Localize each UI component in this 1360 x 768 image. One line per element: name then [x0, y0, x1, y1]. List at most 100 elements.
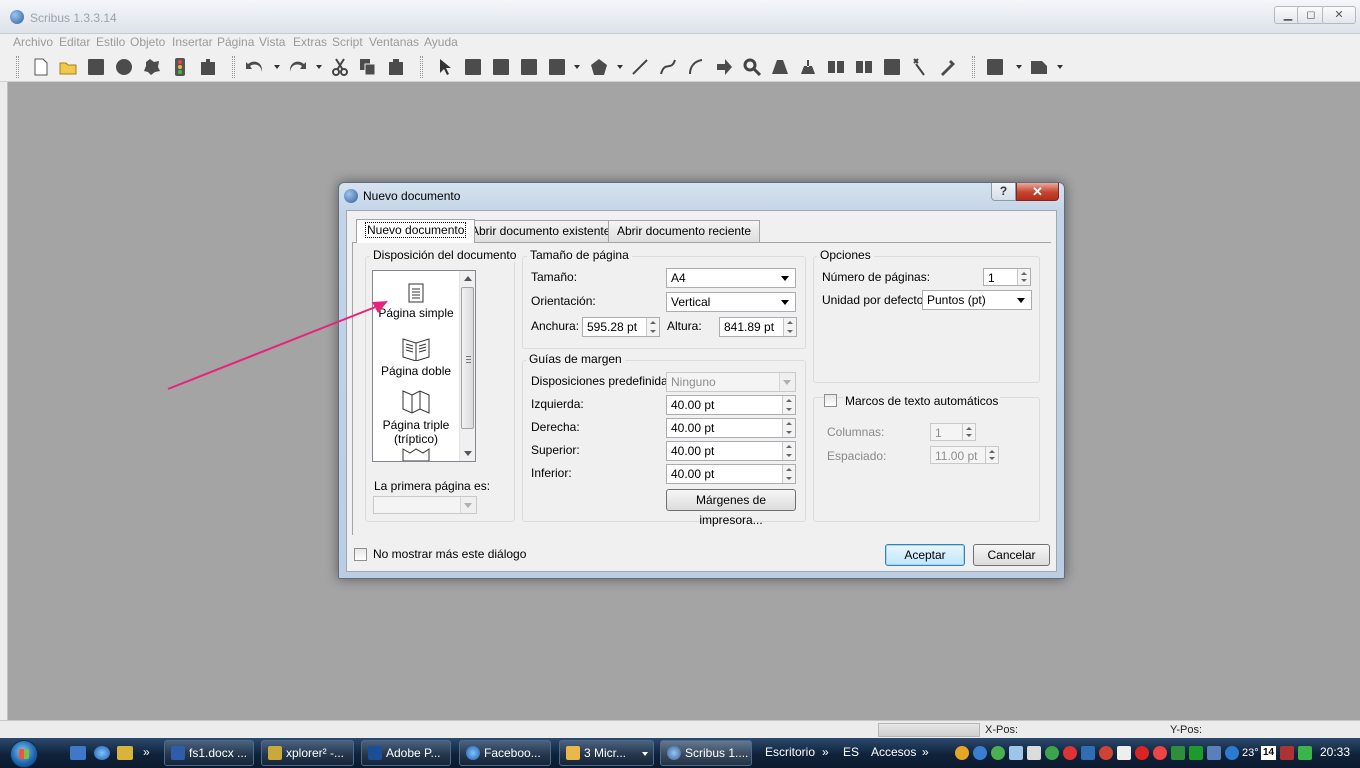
- taskbar-button-photoshop[interactable]: Adobe P...: [361, 740, 451, 766]
- redo-icon[interactable]: [288, 58, 307, 76]
- menu-insertar[interactable]: Insertar: [172, 35, 213, 49]
- menu-ventanas[interactable]: Ventanas: [369, 35, 419, 49]
- copy-properties-icon[interactable]: [911, 58, 929, 76]
- cpu-meter-icon[interactable]: [1298, 746, 1312, 760]
- pdf-annotation-dropdown-icon[interactable]: [1057, 65, 1063, 69]
- quicklaunch-overflow[interactable]: »: [143, 745, 150, 759]
- measure-icon[interactable]: [883, 58, 901, 76]
- zoom-icon[interactable]: [743, 58, 762, 77]
- close-window-button[interactable]: ✕: [1322, 6, 1356, 24]
- rotate-icon[interactable]: [715, 58, 733, 76]
- pdf-export-icon[interactable]: [199, 58, 217, 76]
- toolbar-handle-2[interactable]: [232, 56, 235, 78]
- taskbar-button-word[interactable]: fs1.docx ...: [164, 740, 254, 766]
- tray-icon-6[interactable]: [1045, 746, 1059, 760]
- tray-icon-10[interactable]: [1117, 746, 1131, 760]
- tray-icon-3[interactable]: [991, 746, 1005, 760]
- dialog-close-button[interactable]: ✕: [1016, 183, 1059, 201]
- columns-spin-arrows-icon[interactable]: [962, 424, 975, 440]
- toolbar-escritorio-overflow[interactable]: »: [822, 745, 829, 759]
- dont-show-again-checkbox[interactable]: [354, 548, 367, 561]
- polygon-dropdown-icon[interactable]: [617, 65, 623, 69]
- menu-editar[interactable]: Editar: [59, 35, 90, 49]
- close-doc-icon[interactable]: [115, 58, 133, 76]
- undo-icon[interactable]: [245, 58, 264, 76]
- layout-list-scrollbar[interactable]: [459, 271, 475, 461]
- edit-contents-icon[interactable]: [771, 58, 789, 76]
- text-frame-icon[interactable]: [464, 58, 482, 76]
- calendar-day[interactable]: 14: [1261, 746, 1276, 760]
- taskbar-button-scribus[interactable]: Scribus 1....: [660, 740, 752, 766]
- undo-dropdown-icon[interactable]: [274, 65, 280, 69]
- menu-script[interactable]: Script: [332, 35, 363, 49]
- width-spin-arrows-icon[interactable]: [646, 318, 659, 336]
- num-pages-spinbox[interactable]: 1: [983, 268, 1031, 286]
- print-icon[interactable]: [143, 58, 161, 76]
- size-combo[interactable]: A4: [666, 268, 796, 288]
- bezier-icon[interactable]: [659, 58, 677, 76]
- open-folder-icon[interactable]: [59, 58, 77, 76]
- menu-objeto[interactable]: Objeto: [130, 35, 165, 49]
- presets-combo[interactable]: Ninguno: [666, 372, 796, 392]
- first-page-combo[interactable]: [373, 496, 477, 514]
- table-icon[interactable]: [548, 58, 566, 76]
- line-icon[interactable]: [631, 58, 649, 76]
- link-frames-icon[interactable]: [827, 58, 845, 76]
- paste-icon[interactable]: [387, 58, 405, 76]
- bottom-margin-spinbox[interactable]: 40.00 pt: [666, 464, 796, 484]
- first-page-combo-button[interactable]: [460, 497, 476, 513]
- menu-vista[interactable]: Vista: [259, 35, 285, 49]
- menu-ayuda[interactable]: Ayuda: [424, 35, 458, 49]
- tray-icon-12[interactable]: [1153, 746, 1167, 760]
- tab-abrir-reciente[interactable]: Abrir documento reciente: [608, 220, 761, 242]
- height-spin-arrows-icon[interactable]: [783, 318, 796, 336]
- presets-combo-button[interactable]: [779, 373, 795, 391]
- menu-extras[interactable]: Extras: [293, 35, 327, 49]
- show-desktop-icon[interactable]: [70, 746, 86, 760]
- tray-icon-11[interactable]: [1135, 746, 1149, 760]
- taskbar-button-microsoft-group[interactable]: 3 Micr...: [559, 740, 654, 766]
- clock[interactable]: 20:33: [1320, 745, 1350, 759]
- left-margin-spinbox[interactable]: 40.00 pt: [666, 395, 796, 415]
- layout-double-page[interactable]: Página doble: [373, 335, 459, 378]
- width-spinbox[interactable]: 595.28 pt: [582, 317, 660, 337]
- taskbar-button-xplorer[interactable]: xplorer² -...: [261, 740, 354, 766]
- columns-spinbox[interactable]: 1: [930, 423, 976, 441]
- image-frame-icon[interactable]: [492, 58, 510, 76]
- menu-estilo[interactable]: Estilo: [96, 35, 125, 49]
- spacing-spin-arrows-icon[interactable]: [985, 447, 998, 463]
- tray-icon-15[interactable]: [1207, 746, 1221, 760]
- help-button[interactable]: ?: [991, 183, 1016, 201]
- num-pages-spin-arrows-icon[interactable]: [1017, 269, 1030, 285]
- orientation-combo[interactable]: Vertical: [666, 292, 796, 312]
- scroll-thumb[interactable]: [461, 287, 474, 429]
- tab-nuevo-documento[interactable]: Nuevo documento: [356, 219, 476, 243]
- taskbar-button-facebook[interactable]: Faceboo...: [459, 740, 551, 766]
- toolbar-handle-4[interactable]: [972, 56, 975, 78]
- default-unit-combo[interactable]: Puntos (pt): [922, 290, 1032, 310]
- new-document-icon[interactable]: [32, 58, 50, 76]
- toolbar-escritorio[interactable]: Escritorio: [765, 745, 815, 759]
- tray-icon-14[interactable]: [1189, 746, 1203, 760]
- shape-dropdown-icon[interactable]: [574, 65, 580, 69]
- tray-icon-13[interactable]: [1171, 746, 1185, 760]
- cut-icon[interactable]: [331, 58, 349, 76]
- top-margin-spinbox[interactable]: 40.00 pt: [666, 441, 796, 461]
- tray-icon-17[interactable]: [1280, 746, 1294, 760]
- pdf-annotation-icon[interactable]: [1030, 58, 1048, 76]
- redo-dropdown-icon[interactable]: [316, 65, 322, 69]
- horizontal-scrollbar[interactable]: [878, 723, 980, 737]
- unlink-frames-icon[interactable]: [855, 58, 873, 76]
- pdf-button-icon[interactable]: [986, 58, 1008, 76]
- top-margin-spin-arrows-icon[interactable]: [782, 442, 795, 460]
- eyedropper-icon[interactable]: [939, 58, 957, 76]
- render-frame-icon[interactable]: [520, 58, 538, 76]
- tray-icon-8[interactable]: [1081, 746, 1095, 760]
- tray-icon-9[interactable]: [1099, 746, 1113, 760]
- height-spinbox[interactable]: 841.89 pt: [719, 317, 797, 337]
- weather-icon[interactable]: [1225, 746, 1239, 760]
- right-margin-spinbox[interactable]: 40.00 pt: [666, 418, 796, 438]
- menu-archivo[interactable]: Archivo: [13, 35, 53, 49]
- tray-icon-2[interactable]: [973, 746, 987, 760]
- start-button-icon[interactable]: [10, 740, 38, 768]
